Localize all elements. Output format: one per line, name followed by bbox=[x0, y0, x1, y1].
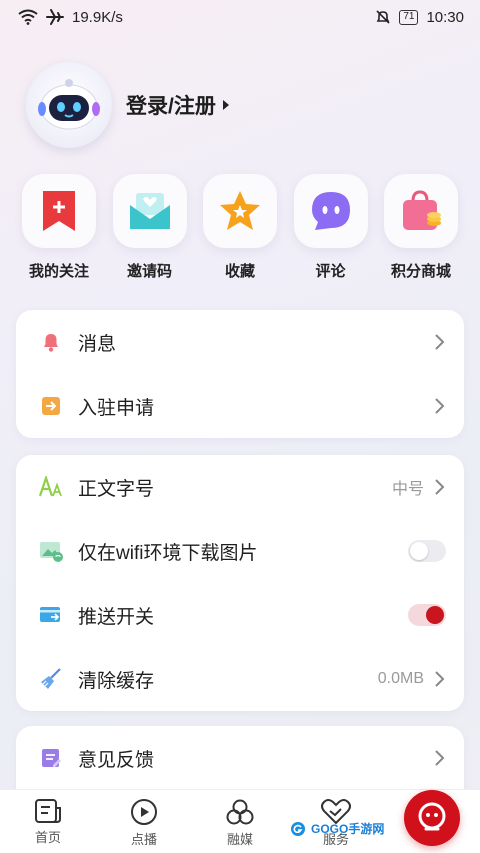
watermark-logo: GOGO手游网 bbox=[290, 820, 384, 837]
broom-icon bbox=[38, 666, 64, 692]
chevron-right-icon bbox=[435, 671, 445, 687]
shortcut-tile bbox=[293, 174, 368, 248]
clock: 10:30 bbox=[426, 8, 464, 26]
row-push: 推送开关 bbox=[16, 583, 464, 647]
push-toggle[interactable] bbox=[408, 604, 446, 626]
nav-label: 首页 bbox=[34, 830, 61, 845]
nav-label: 融媒 bbox=[226, 832, 253, 847]
shortcut-comments[interactable]: 评论 bbox=[286, 174, 376, 281]
bell-icon bbox=[38, 329, 64, 355]
airplane-icon bbox=[46, 9, 64, 25]
shortcut-points-mall[interactable]: 积分商城 bbox=[376, 174, 466, 281]
nav-media[interactable]: 融媒 bbox=[192, 790, 288, 853]
cache-size-value: 0.0MB bbox=[377, 670, 424, 687]
row-label: 消息 bbox=[78, 333, 117, 355]
feedback-icon bbox=[38, 745, 64, 771]
card-feedback: 意见反馈 bbox=[16, 726, 464, 796]
avatar[interactable] bbox=[26, 62, 112, 148]
shortcut-favorites[interactable]: 收藏 bbox=[195, 174, 285, 281]
mute-bell-icon bbox=[376, 10, 390, 24]
shortcut-invite-code[interactable]: 邀请码 bbox=[105, 174, 195, 281]
status-left: 19.9K/s bbox=[18, 9, 123, 26]
login-register-link[interactable]: 登录/注册 bbox=[126, 90, 230, 120]
watermark-g-icon bbox=[291, 821, 305, 836]
shortcut-tile bbox=[203, 174, 277, 248]
row-label: 推送开关 bbox=[78, 606, 155, 628]
assistant-robot-icon bbox=[418, 802, 446, 831]
row-wifi-images: 仅在wifi环境下载图片 bbox=[16, 519, 464, 583]
shortcut-label: 评论 bbox=[315, 263, 346, 280]
chevron-right-icon bbox=[435, 398, 445, 414]
nav-home[interactable]: 首页 bbox=[0, 790, 96, 853]
font-size-value: 中号 bbox=[391, 481, 424, 498]
login-register-label: 登录/注册 bbox=[126, 95, 216, 118]
chat-bubble-icon bbox=[311, 192, 350, 230]
battery-indicator: 71 bbox=[399, 9, 419, 25]
enter-icon bbox=[38, 393, 64, 419]
watermark-text: GOGO手游网 bbox=[311, 822, 385, 836]
caret-right-icon bbox=[222, 100, 229, 110]
nav-vod[interactable]: 点播 bbox=[96, 790, 192, 853]
row-messages[interactable]: 消息 bbox=[16, 310, 464, 374]
play-icon bbox=[131, 799, 157, 825]
image-wifi-icon bbox=[38, 538, 64, 564]
wifi-icon bbox=[18, 9, 38, 25]
shortcut-label: 我的关注 bbox=[28, 263, 89, 280]
star-icon bbox=[220, 191, 260, 230]
row-label: 入驻申请 bbox=[78, 397, 155, 419]
chevron-right-icon bbox=[435, 334, 445, 350]
shortcut-tile bbox=[22, 174, 96, 248]
circles-icon bbox=[226, 799, 254, 825]
row-feedback[interactable]: 意见反馈 bbox=[16, 726, 464, 790]
chevron-right-icon bbox=[435, 750, 445, 766]
font-size-icon bbox=[38, 474, 64, 500]
shortcut-label: 积分商城 bbox=[390, 263, 451, 280]
envelope-heart-icon bbox=[129, 193, 170, 229]
row-font-size[interactable]: 正文字号 中号 bbox=[16, 455, 464, 519]
shortcut-tile bbox=[384, 174, 458, 248]
shopping-bag-icon bbox=[403, 190, 441, 230]
chevron-right-icon bbox=[435, 479, 445, 495]
bookmark-plus-icon bbox=[43, 191, 75, 231]
network-speed: 19.9K/s bbox=[72, 8, 123, 26]
wifi-only-toggle[interactable] bbox=[408, 540, 446, 562]
row-label: 正文字号 bbox=[78, 478, 155, 500]
nav-label: 点播 bbox=[130, 832, 157, 847]
shortcut-my-follows[interactable]: 我的关注 bbox=[14, 174, 104, 281]
shortcut-grid: 我的关注 邀请码 收藏 评论 积分商城 bbox=[14, 174, 466, 281]
card-notifications: 消息 入驻申请 bbox=[16, 310, 464, 438]
row-settle-application[interactable]: 入驻申请 bbox=[16, 374, 464, 438]
row-label: 仅在wifi环境下载图片 bbox=[78, 542, 258, 564]
shortcut-label: 收藏 bbox=[224, 263, 255, 280]
row-clear-cache[interactable]: 清除缓存 0.0MB bbox=[16, 647, 464, 711]
row-label: 意见反馈 bbox=[78, 749, 155, 771]
news-icon bbox=[35, 799, 61, 823]
shortcut-tile bbox=[112, 174, 187, 248]
status-bar: 19.9K/s 71 10:30 bbox=[0, 0, 480, 34]
robot-avatar-icon bbox=[38, 79, 100, 130]
status-right: 71 10:30 bbox=[375, 9, 464, 26]
profile-header[interactable]: 登录/注册 bbox=[26, 62, 230, 148]
card-settings: 正文字号 中号 仅在wifi环境下载图片 推送开关 清除缓存 0.0MB bbox=[16, 455, 464, 711]
assistant-fab[interactable] bbox=[404, 790, 460, 846]
push-icon bbox=[38, 602, 64, 628]
row-label: 清除缓存 bbox=[78, 670, 155, 692]
shortcut-label: 邀请码 bbox=[126, 263, 172, 280]
